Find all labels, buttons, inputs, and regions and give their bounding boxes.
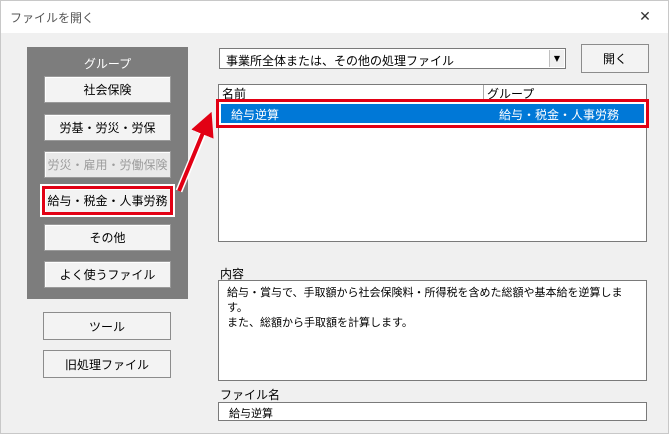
- group-button-payroll-tax-hr[interactable]: 給与・税金・人事労務: [40, 184, 175, 217]
- column-divider[interactable]: [483, 85, 484, 100]
- group-panel-title: グループ: [83, 57, 132, 71]
- filename-field[interactable]: 給与逆算: [218, 402, 647, 421]
- description-line: また、総額から手取額を計算します。: [227, 316, 413, 329]
- column-header-group[interactable]: グループ: [487, 85, 534, 102]
- dropdown-arrow-icon[interactable]: ▼: [549, 50, 564, 67]
- legacy-files-button[interactable]: 旧処理ファイル: [43, 350, 171, 378]
- file-list-header: 名前 グループ: [219, 85, 646, 102]
- close-button[interactable]: ✕: [632, 5, 658, 29]
- file-list[interactable]: 名前 グループ 給与逆算 給与・税金・人事労務: [216, 84, 649, 242]
- filename-label: ファイル名: [220, 388, 281, 402]
- file-list-row[interactable]: 給与逆算 給与・税金・人事労務: [216, 99, 649, 128]
- tools-button[interactable]: ツール: [43, 312, 171, 340]
- group-button-social-insurance[interactable]: 社会保険: [44, 76, 171, 103]
- window-title: ファイルを開く: [10, 11, 95, 25]
- open-button[interactable]: 開く: [581, 44, 649, 73]
- group-button-favorites[interactable]: よく使うファイル: [44, 261, 171, 288]
- title-bar: ファイルを開く ✕: [1, 1, 668, 33]
- file-row-group: 給与・税金・人事労務: [499, 108, 620, 122]
- description-line: 給与・賞与で、手取額から社会保険料・所得税を含めた総額や基本給を逆算します。: [227, 286, 623, 314]
- file-row-name: 給与逆算: [231, 108, 280, 122]
- description-box: 給与・賞与で、手取額から社会保険料・所得税を含めた総額や基本給を逆算します。 ま…: [218, 280, 647, 381]
- group-panel: グループ 社会保険 労基・労災・労保 労災・雇用・労働保険 給与・税金・人事労務…: [27, 47, 188, 299]
- group-button-labor-insurance: 労災・雇用・労働保険: [44, 151, 171, 178]
- file-category-select[interactable]: 事業所全体または、その他の処理ファイル ▼: [219, 48, 566, 69]
- column-header-name[interactable]: 名前: [222, 85, 246, 102]
- group-button-other[interactable]: その他: [44, 224, 171, 251]
- group-button-labor-standards[interactable]: 労基・労災・労保: [44, 114, 171, 141]
- open-file-dialog: ファイルを開く ✕ グループ 社会保険 労基・労災・労保 労災・雇用・労働保険 …: [0, 0, 669, 434]
- file-category-value: 事業所全体または、その他の処理ファイル: [226, 54, 455, 68]
